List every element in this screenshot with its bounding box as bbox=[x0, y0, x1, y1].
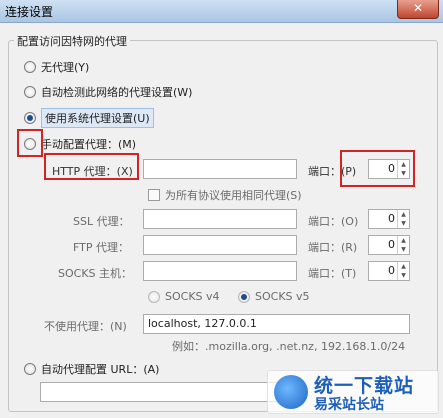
ftp-proxy-label: FTP 代理： bbox=[73, 241, 129, 254]
watermark-globe-icon bbox=[274, 375, 308, 409]
ftp-port-label: 端口：(R) bbox=[308, 241, 358, 254]
ssl-proxy-label: SSL 代理： bbox=[73, 215, 130, 228]
ssl-port-value: 0 bbox=[388, 212, 395, 225]
ftp-proxy-input[interactable] bbox=[143, 235, 297, 255]
spin-arrows-icon[interactable]: ▲ ▼ bbox=[397, 262, 409, 280]
radio-no-proxy[interactable]: 无代理(Y) bbox=[24, 59, 89, 75]
ssl-port-spinner[interactable]: 0 ▲ ▼ bbox=[368, 209, 410, 229]
http-proxy-input[interactable] bbox=[143, 159, 297, 179]
checkbox-icon[interactable] bbox=[148, 189, 160, 201]
radio-manual-label: 手动配置代理：(M) bbox=[41, 138, 137, 151]
socks-host-input[interactable] bbox=[143, 261, 297, 281]
radio-icon[interactable] bbox=[24, 86, 36, 98]
highlight-port-field bbox=[340, 150, 415, 187]
no-proxy-for-input[interactable]: localhost, 127.0.0.1 bbox=[143, 314, 410, 334]
radio-auto-detect[interactable]: 自动检测此网络的代理设置(W) bbox=[24, 84, 192, 100]
radio-auto-url[interactable]: 自动代理配置 URL：(A) bbox=[24, 361, 159, 377]
radio-system-proxy[interactable]: 使用系统代理设置(U) bbox=[24, 108, 154, 128]
auto-url-input[interactable] bbox=[40, 382, 290, 402]
radio-checked-icon[interactable] bbox=[24, 112, 36, 124]
socks-v5-label: SOCKS v5 bbox=[255, 290, 310, 303]
same-proxy-label: 为所有协议使用相同代理(S) bbox=[165, 189, 302, 202]
radio-icon[interactable] bbox=[24, 61, 36, 73]
radio-icon[interactable] bbox=[148, 290, 160, 303]
socks-port-label: 端口：(T) bbox=[308, 267, 357, 280]
close-icon: ✕ bbox=[412, 1, 424, 15]
ssl-proxy-input[interactable] bbox=[143, 209, 297, 229]
highlight-manual-radio bbox=[17, 129, 43, 157]
socks-v4-label: SOCKS v4 bbox=[165, 290, 220, 303]
radio-no-proxy-label: 无代理(Y) bbox=[41, 61, 90, 74]
socks-host-label: SOCKS 主机： bbox=[58, 267, 133, 280]
radio-auto-detect-label: 自动检测此网络的代理设置(W) bbox=[41, 86, 193, 99]
ftp-port-value: 0 bbox=[388, 238, 395, 251]
watermark-logo: 统一下载站 易采站长站 bbox=[267, 370, 439, 414]
radio-system-proxy-label: 使用系统代理设置(U) bbox=[41, 108, 154, 128]
socks-port-value: 0 bbox=[388, 264, 395, 277]
ssl-port-label: 端口：(O) bbox=[308, 215, 359, 228]
close-button[interactable]: ✕ bbox=[397, 0, 439, 19]
auto-url-label: 自动代理配置 URL：(A) bbox=[41, 363, 160, 376]
spin-arrows-icon[interactable]: ▲ ▼ bbox=[397, 236, 409, 254]
group-label: 配置访问因特网的代理 bbox=[14, 33, 130, 49]
window-title: 连接设置 bbox=[5, 5, 54, 19]
ftp-port-spinner[interactable]: 0 ▲ ▼ bbox=[368, 235, 410, 255]
spin-arrows-icon[interactable]: ▲ ▼ bbox=[397, 210, 409, 228]
radio-checked-icon[interactable] bbox=[238, 290, 250, 303]
same-proxy-checkbox-row[interactable]: 为所有协议使用相同代理(S) bbox=[148, 187, 302, 203]
radio-icon[interactable] bbox=[24, 363, 36, 375]
socks-port-spinner[interactable]: 0 ▲ ▼ bbox=[368, 261, 410, 281]
watermark-line2: 易采站长站 bbox=[314, 397, 384, 413]
no-proxy-example: 例如：.mozilla.org, .net.nz, 192.168.1.0/24 bbox=[172, 340, 406, 353]
highlight-http-label bbox=[44, 153, 139, 180]
radio-socks-v4[interactable]: SOCKS v4 bbox=[148, 290, 220, 303]
radio-socks-v5[interactable]: SOCKS v5 bbox=[238, 290, 310, 303]
no-proxy-for-label: 不使用代理：(N) bbox=[44, 320, 127, 333]
title-bar: 连接设置 ✕ bbox=[0, 0, 443, 23]
